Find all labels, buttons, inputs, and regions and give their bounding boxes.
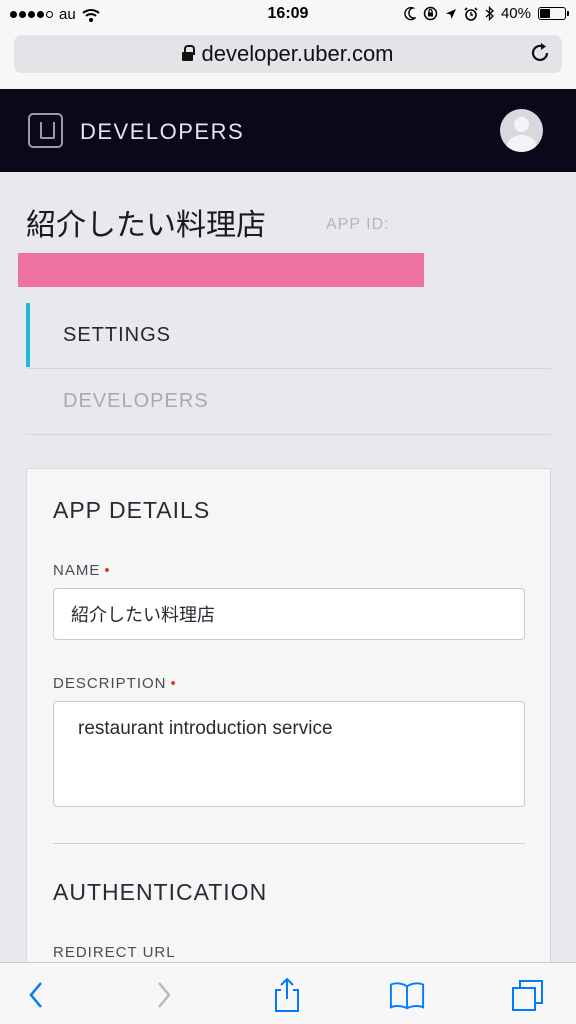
status-bar: au 16:09 40%: [0, 0, 576, 30]
app-id-redacted: [18, 253, 424, 287]
location-arrow-icon: [445, 8, 456, 19]
nav-item-developers[interactable]: DEVELOPERS: [26, 369, 551, 435]
status-icons: 40%: [404, 5, 569, 22]
bluetooth-icon: [485, 6, 494, 21]
nav-item-label: DEVELOPERS: [63, 390, 209, 412]
app-details-card: APP DETAILS NAME • 紹介したい料理店 DESCRIPTION • …: [26, 468, 551, 988]
url-text: developer.uber.com: [201, 41, 394, 66]
site-header: DEVELOPERS: [0, 89, 576, 172]
app-id-label: APP ID:: [326, 216, 390, 233]
description-field[interactable]: restaurant introduction service: [53, 701, 525, 807]
battery-icon: [538, 7, 569, 20]
description-field-value: restaurant introduction service: [78, 718, 333, 739]
moon-icon: [404, 6, 416, 20]
battery-percent: 40%: [500, 5, 531, 22]
app-details-heading: APP DETAILS: [53, 497, 211, 523]
name-label: NAME •: [53, 562, 111, 579]
authentication-heading: AUTHENTICATION: [53, 879, 268, 905]
url-bar[interactable]: developer.uber.com: [14, 35, 562, 73]
section-divider: [53, 843, 525, 844]
browser-url-area: developer.uber.com: [0, 30, 576, 89]
tabs-icon: [512, 980, 543, 1011]
nav-item-settings[interactable]: SETTINGS: [26, 303, 551, 369]
uber-logo-icon[interactable]: [28, 113, 63, 148]
required-marker: •: [104, 562, 111, 579]
lock-icon: [182, 44, 196, 63]
bookmarks-icon: [389, 982, 425, 1010]
description-label-text: DESCRIPTION: [53, 675, 167, 692]
bookmarks-button[interactable]: [389, 977, 425, 1013]
nav-item-label: SETTINGS: [63, 324, 172, 346]
back-button[interactable]: [18, 977, 54, 1013]
description-label: DESCRIPTION •: [53, 675, 177, 692]
rotation-lock-icon: [423, 6, 438, 21]
share-icon: [275, 977, 299, 1012]
redirect-url-label: REDIRECT URL: [53, 944, 176, 961]
page-title: 紹介したい料理店: [26, 208, 266, 243]
back-icon: [29, 982, 42, 1008]
user-avatar-icon[interactable]: [500, 109, 543, 152]
name-field[interactable]: 紹介したい料理店: [53, 588, 525, 640]
reload-icon[interactable]: [528, 41, 552, 65]
required-marker: •: [170, 675, 177, 692]
browser-toolbar: [0, 962, 576, 1024]
forward-icon: [158, 982, 171, 1008]
brand-title[interactable]: DEVELOPERS: [80, 119, 244, 145]
share-button[interactable]: [269, 977, 305, 1013]
name-label-text: NAME: [53, 562, 101, 579]
alarm-icon: [464, 6, 478, 21]
tabs-button[interactable]: [510, 977, 546, 1013]
name-field-value: 紹介したい料理店: [71, 605, 215, 626]
forward-button[interactable]: [146, 977, 182, 1013]
